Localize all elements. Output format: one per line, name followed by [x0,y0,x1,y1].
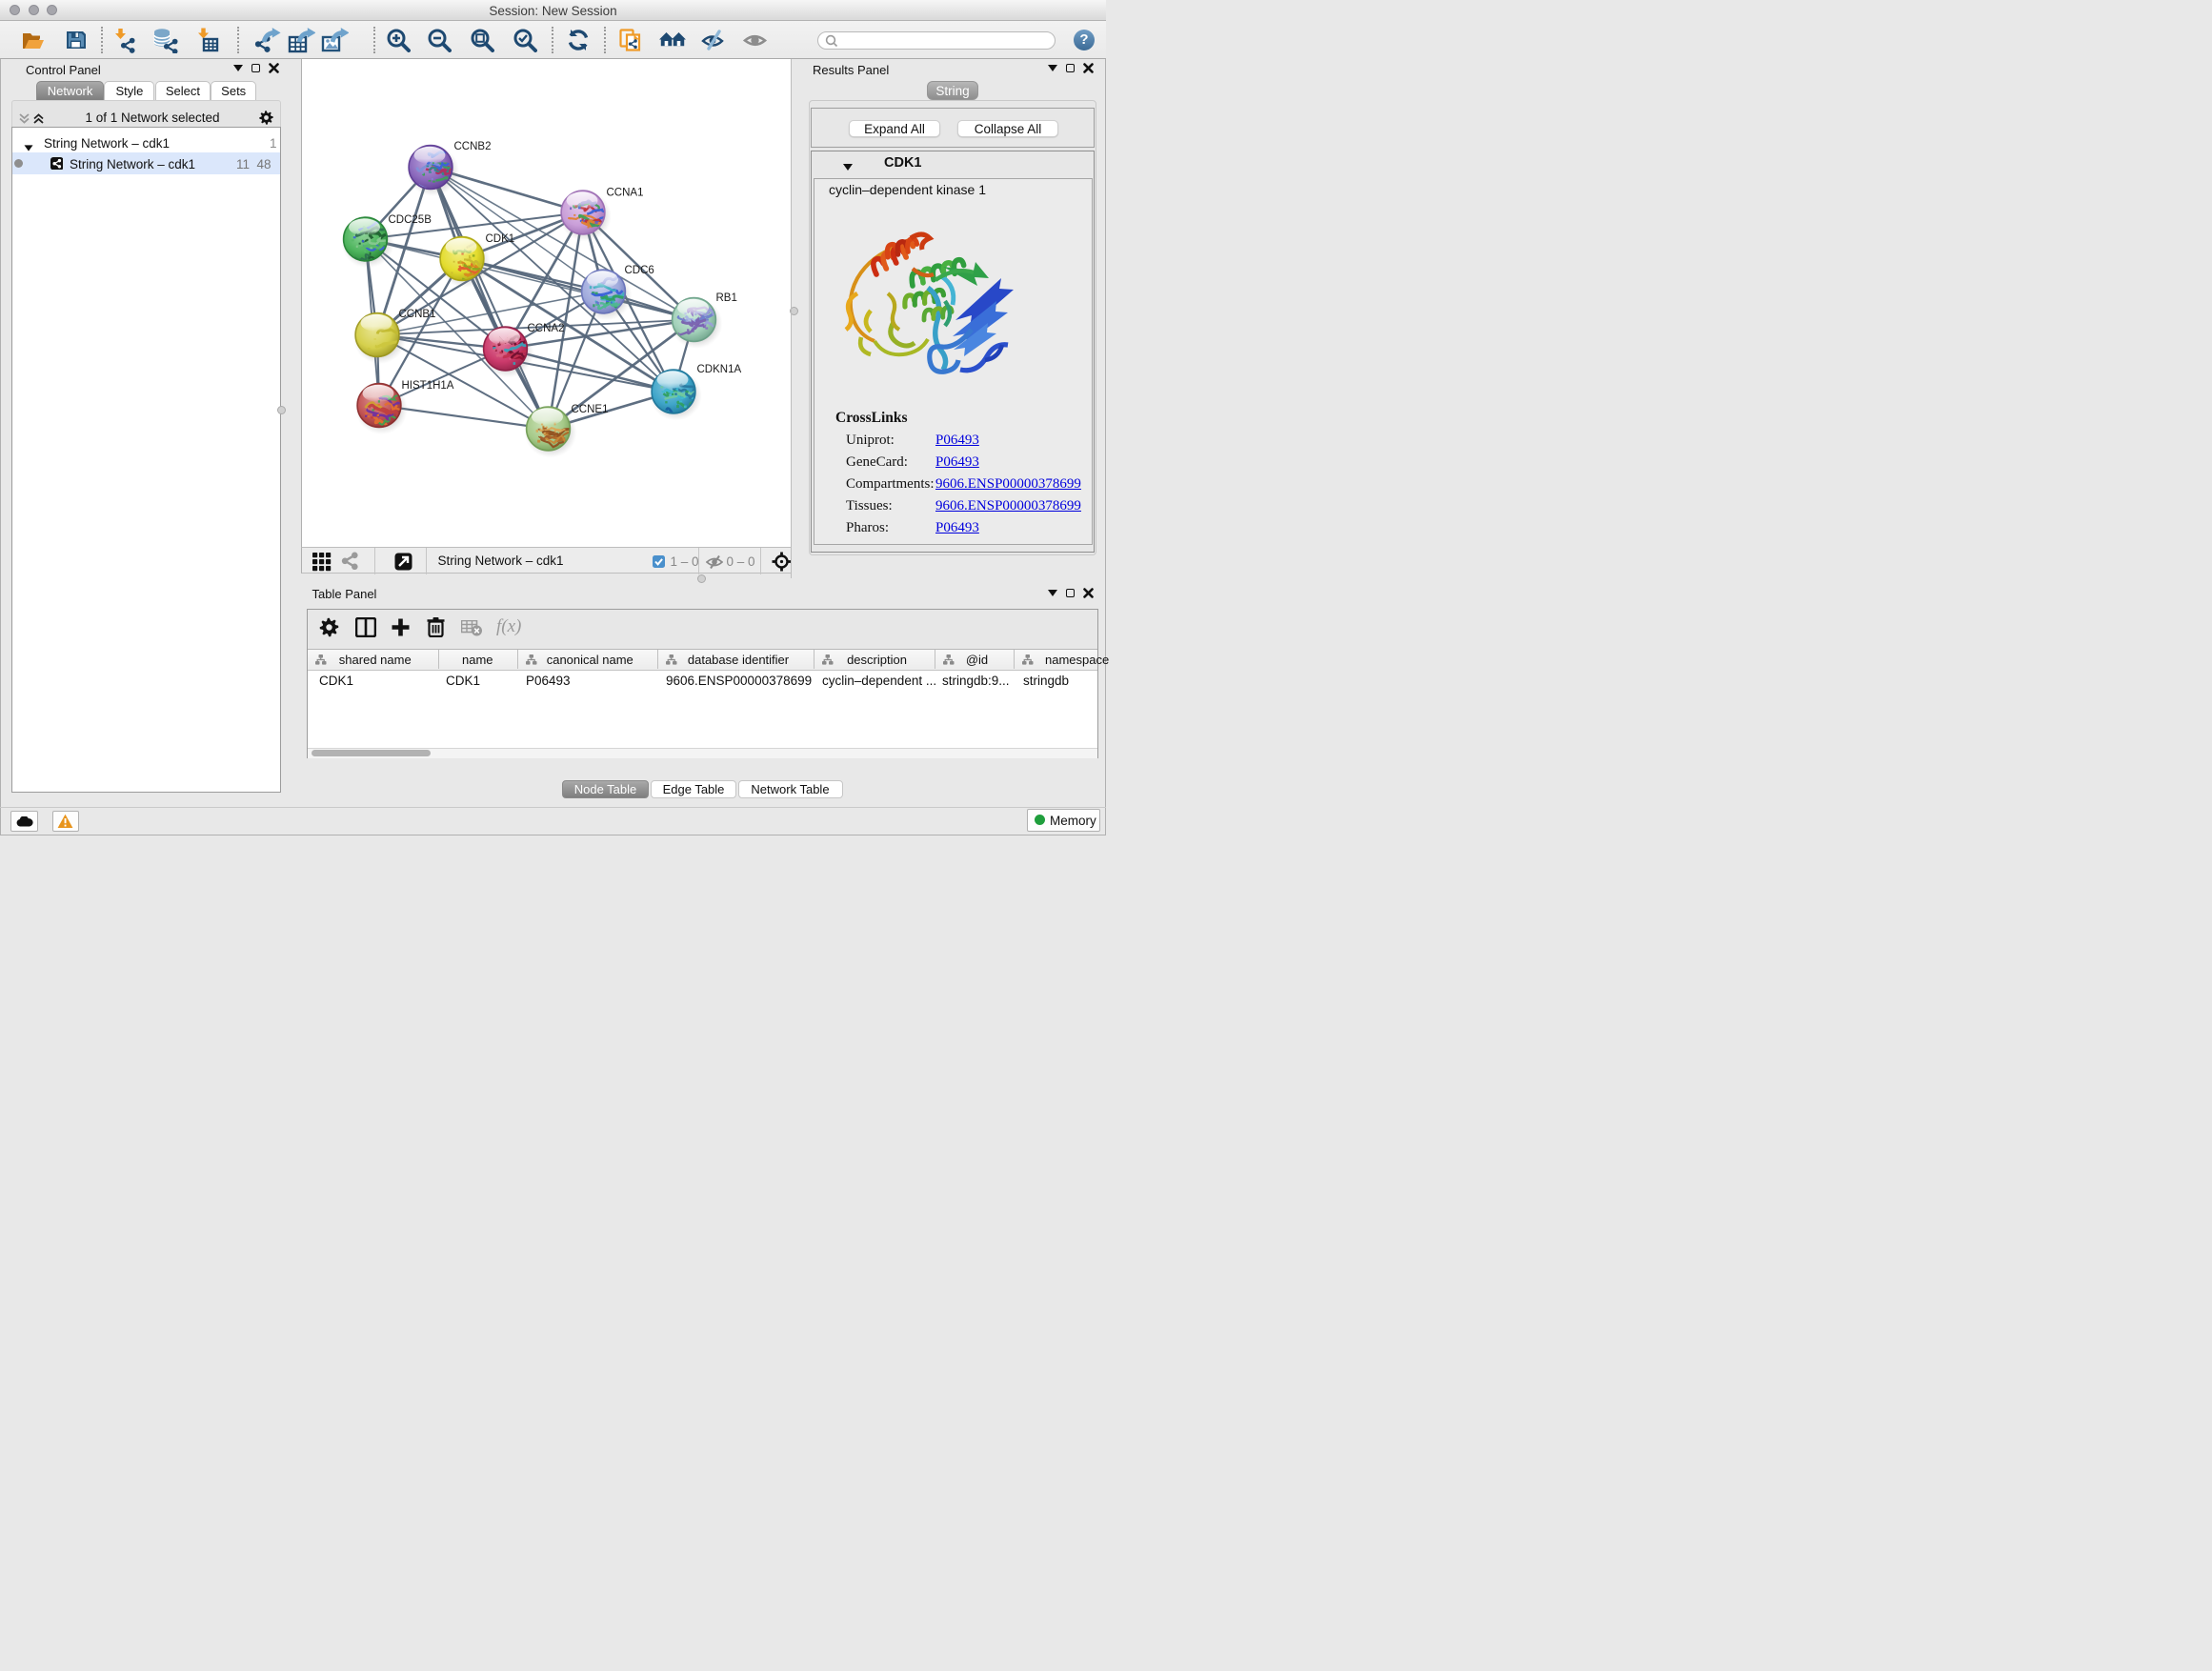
svg-text:RB1: RB1 [715,292,736,304]
svg-text:CCNB1: CCNB1 [398,309,435,320]
svg-text:CCNA2: CCNA2 [527,323,564,334]
svg-text:CDK1: CDK1 [485,233,514,245]
svg-text:CCNA1: CCNA1 [606,188,643,199]
svg-text:CCNB2: CCNB2 [453,141,491,152]
svg-text:CDC25B: CDC25B [388,214,432,226]
svg-text:HIST1H1A: HIST1H1A [401,380,453,392]
svg-text:CCNE1: CCNE1 [571,404,608,415]
svg-text:CDKN1A: CDKN1A [696,364,741,375]
svg-text:CDC6: CDC6 [624,265,654,276]
